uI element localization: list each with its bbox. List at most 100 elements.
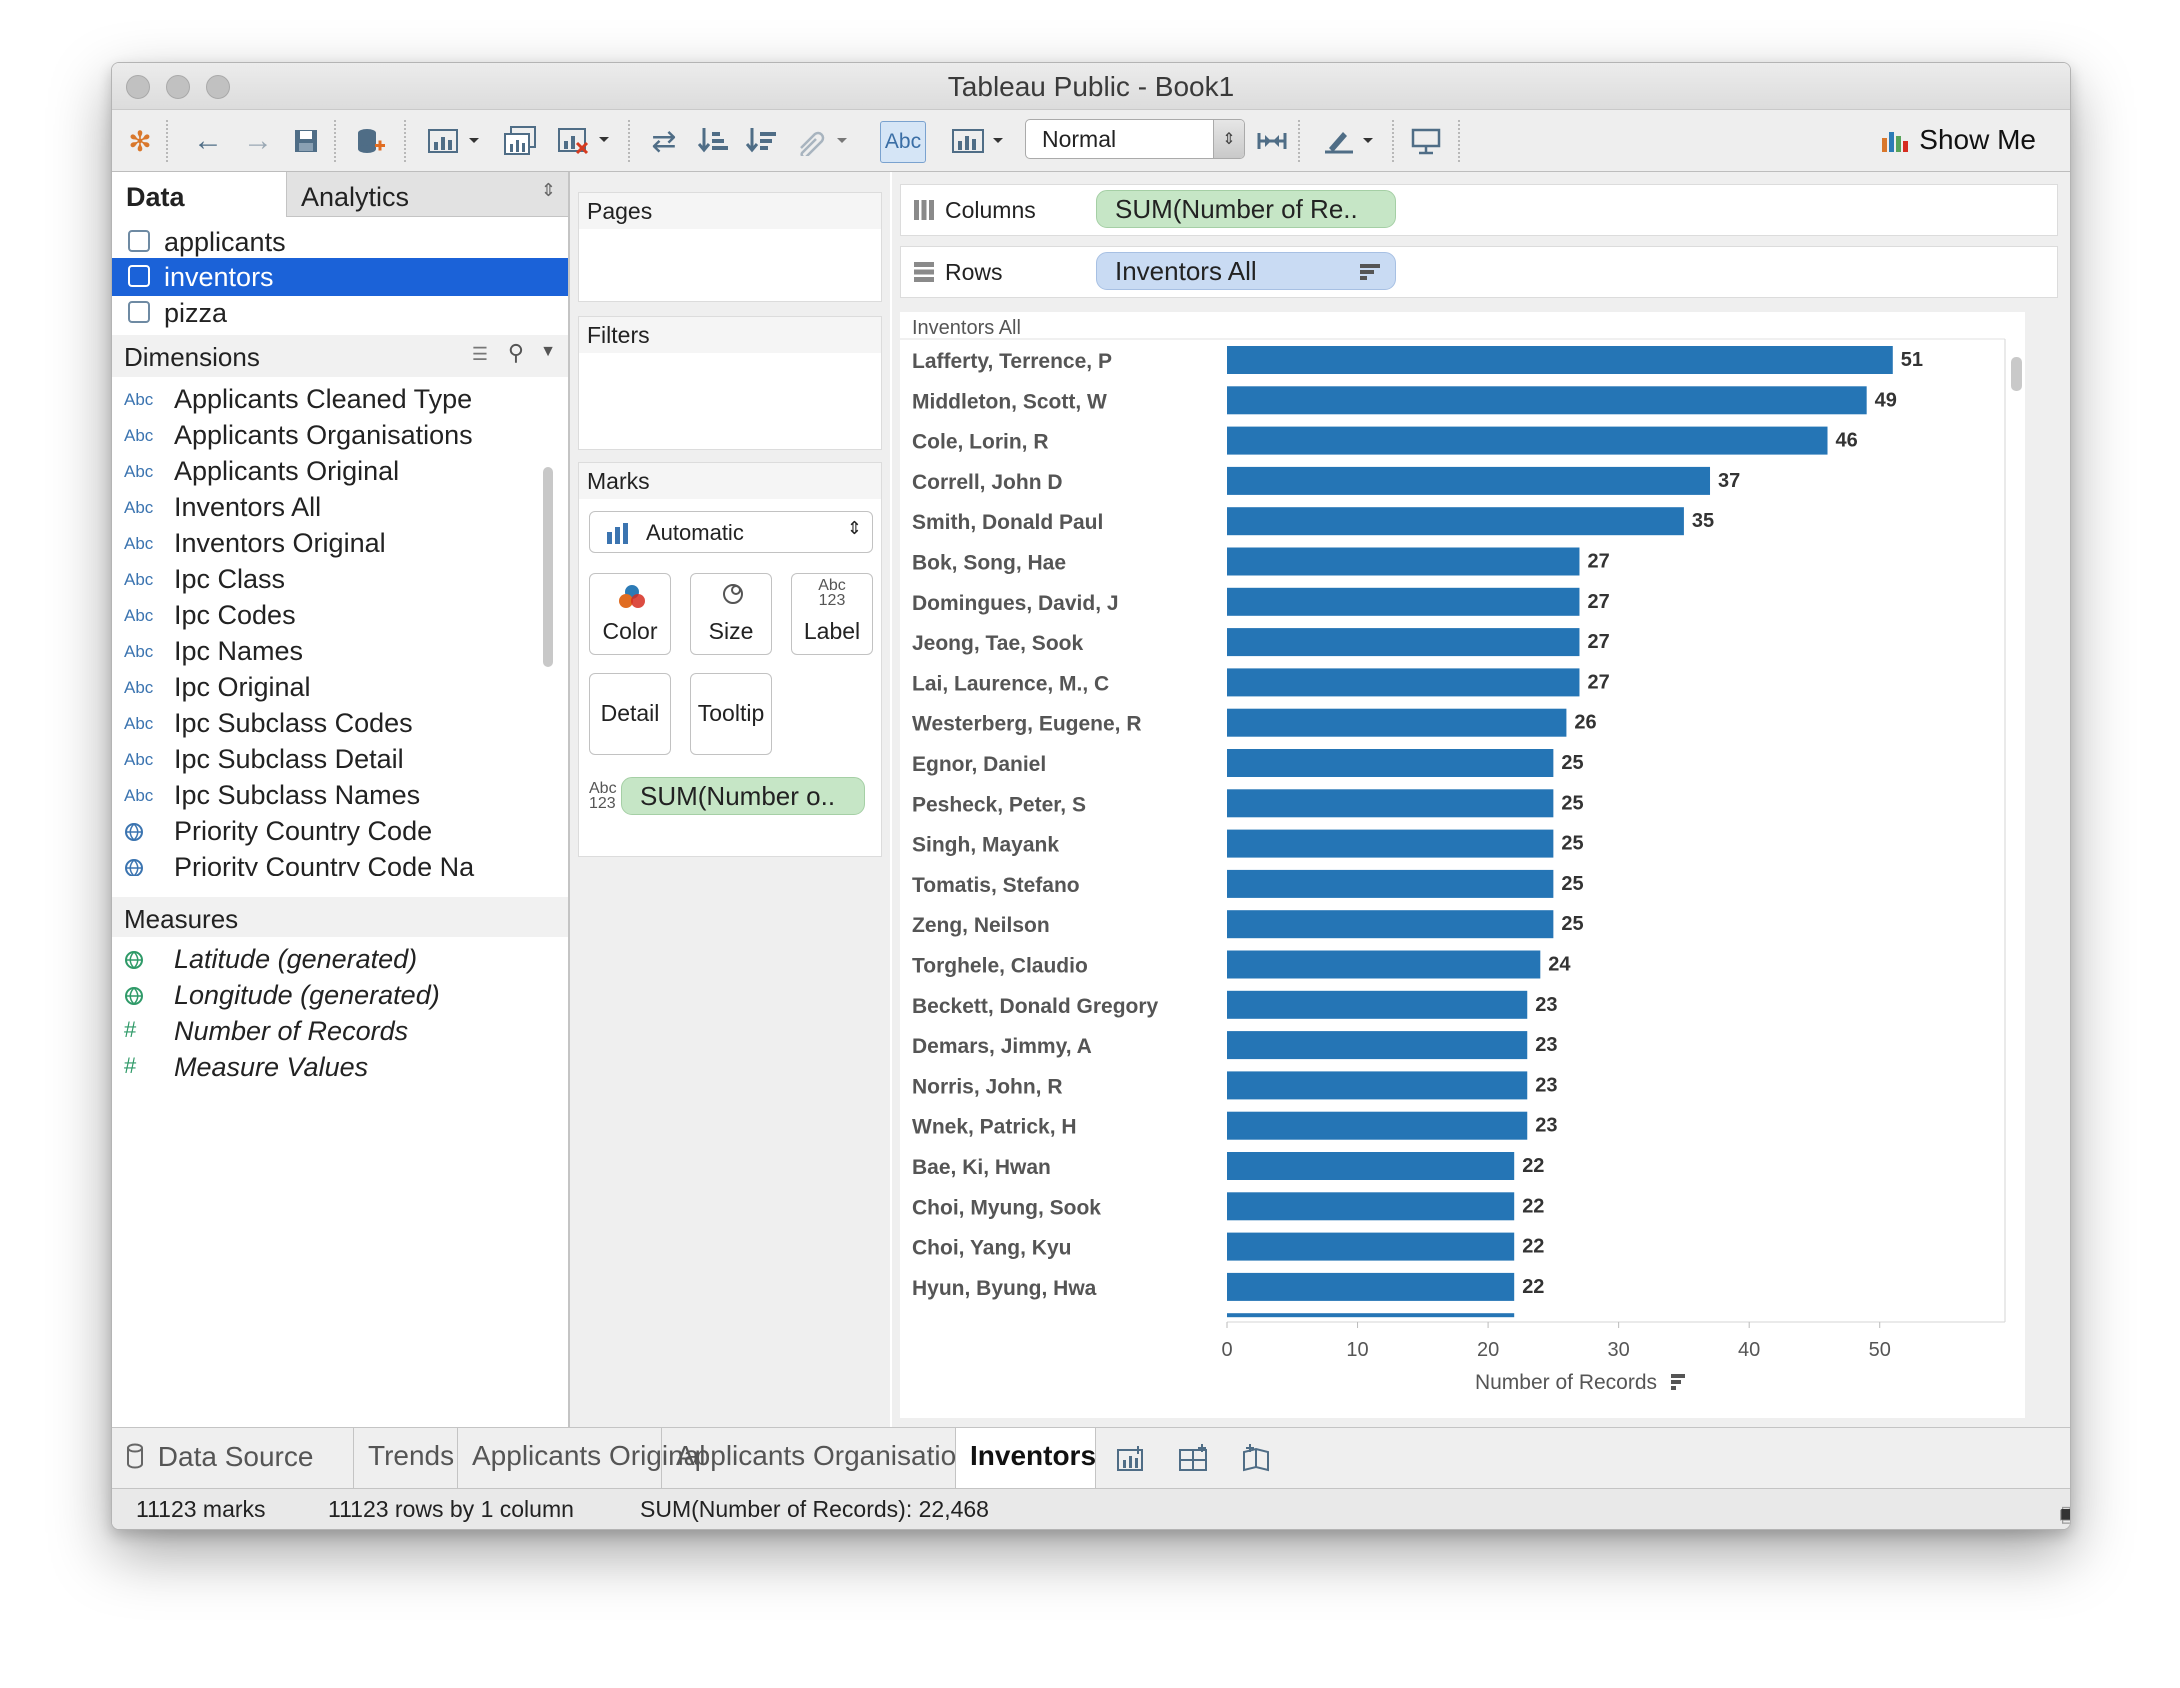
sort-descending-icon[interactable] bbox=[1359, 263, 1381, 281]
columns-shelf[interactable]: Columns SUM(Number of Re.. bbox=[900, 184, 2058, 236]
clear-sheet-icon[interactable] bbox=[554, 123, 614, 159]
mark-type-dropdown[interactable]: Automatic ⇕ bbox=[589, 511, 873, 553]
bar bbox=[1227, 789, 1554, 818]
axis-sort-icon bbox=[1671, 1374, 1685, 1390]
dimension-field[interactable]: Abc Ipc Names bbox=[112, 634, 552, 670]
tab-inventors[interactable]: Inventors bbox=[956, 1428, 1096, 1488]
category-label: Cole, Lorin, R bbox=[912, 431, 1049, 454]
fit-view-icon[interactable] bbox=[948, 123, 1008, 159]
tab-analytics-label: Analytics bbox=[301, 182, 410, 212]
tableau-logo-icon[interactable]: ✻ bbox=[122, 123, 158, 159]
data-source-pizza[interactable]: pizza bbox=[112, 294, 568, 332]
dimension-field[interactable]: Abc Ipc Subclass Names bbox=[112, 778, 552, 814]
highlight-icon[interactable] bbox=[1318, 123, 1378, 159]
filters-shelf[interactable]: Filters bbox=[578, 316, 882, 450]
fit-mode-stepper-icon[interactable]: ⇕ bbox=[1213, 120, 1244, 158]
fit-mode-dropdown[interactable]: Normal ⇕ bbox=[1025, 119, 1245, 159]
category-label: Tomatis, Stefano bbox=[912, 874, 1080, 897]
globe-icon bbox=[124, 950, 144, 976]
rows-shelf[interactable]: Rows Inventors All bbox=[900, 246, 2058, 298]
measure-field[interactable]: # Measure Values bbox=[112, 1050, 552, 1086]
bar-value-label: 27 bbox=[1587, 591, 1609, 613]
duplicate-sheet-icon[interactable] bbox=[502, 123, 538, 159]
data-source-inventors[interactable]: inventors bbox=[112, 258, 568, 296]
dimensions-title: Dimensions bbox=[124, 342, 260, 372]
dimension-field[interactable]: Abc Ipc Original bbox=[112, 670, 552, 706]
number-type-icon: # bbox=[124, 1053, 137, 1078]
group-members-icon[interactable] bbox=[792, 123, 852, 159]
fix-axes-icon[interactable] bbox=[1254, 123, 1290, 159]
dimension-field[interactable]: Abc Applicants Cleaned Type bbox=[112, 382, 552, 418]
marks-title: Marks bbox=[579, 463, 881, 499]
swap-rows-columns-icon[interactable]: ⇄ bbox=[646, 123, 682, 159]
tab-trends[interactable]: Trends bbox=[354, 1428, 458, 1488]
show-mark-labels-toggle[interactable]: Abc bbox=[880, 121, 926, 163]
view-list-icon[interactable]: ☰ bbox=[472, 344, 488, 365]
tab-applicants-organisations[interactable]: Applicants Organisations bbox=[662, 1428, 986, 1488]
pane-menu-icon[interactable]: ⇕ bbox=[541, 180, 556, 201]
dimension-field[interactable]: Abc Ipc Subclass Detail bbox=[112, 742, 552, 778]
presentation-mode-icon[interactable] bbox=[1408, 123, 1444, 159]
chevron-down-icon[interactable]: ▼ bbox=[540, 343, 556, 361]
search-icon[interactable]: ⚲ bbox=[508, 340, 524, 366]
category-label: Correll, John D bbox=[912, 471, 1063, 494]
new-data-source-icon[interactable] bbox=[352, 123, 388, 159]
pages-shelf[interactable]: Pages bbox=[578, 192, 882, 302]
redo-icon[interactable]: → bbox=[240, 123, 276, 159]
string-type-icon: Abc bbox=[124, 642, 154, 661]
dimension-field[interactable]: Abc Ipc Codes bbox=[112, 598, 552, 634]
new-dashboard-tab-icon[interactable] bbox=[1178, 1444, 1210, 1477]
data-pane: Data Analytics ⇕ applicants inventors pi… bbox=[112, 172, 570, 1427]
tab-data-source[interactable]: Data Source bbox=[112, 1428, 354, 1488]
category-label: Domingues, David, J bbox=[912, 592, 1119, 615]
globe-icon bbox=[124, 858, 144, 876]
measure-field[interactable]: # Number of Records bbox=[112, 1014, 552, 1050]
dimension-field[interactable]: Priority Country Code bbox=[112, 814, 552, 850]
dimension-field[interactable]: Abc Ipc Subclass Codes bbox=[112, 706, 552, 742]
show-me-button[interactable]: Show Me bbox=[1881, 124, 2036, 156]
globe-icon bbox=[124, 822, 144, 847]
sort-ascending-icon[interactable] bbox=[696, 123, 732, 159]
label-button[interactable]: Abc 123 Label bbox=[791, 573, 873, 655]
color-button[interactable]: Color bbox=[589, 573, 671, 655]
toolbar-separator bbox=[628, 120, 630, 162]
data-source-applicants[interactable]: applicants bbox=[112, 223, 568, 261]
columns-pill[interactable]: SUM(Number of Re.. bbox=[1096, 190, 1396, 228]
toolbar-separator bbox=[1458, 120, 1460, 162]
tab-data[interactable]: Data bbox=[112, 172, 286, 217]
color-label: Color bbox=[602, 618, 658, 644]
dimension-field[interactable]: Abc Inventors All bbox=[112, 490, 552, 526]
chart-viz: Inventors All Lafferty, Terrence, P 51 Midd… bbox=[900, 312, 2025, 1418]
size-button[interactable]: Size bbox=[690, 573, 772, 655]
save-icon[interactable] bbox=[288, 123, 324, 159]
dimension-field[interactable]: Abc Applicants Organisations bbox=[112, 418, 552, 454]
bar-value-label: 23 bbox=[1535, 1115, 1557, 1137]
sort-descending-icon[interactable] bbox=[744, 123, 780, 159]
rows-pill[interactable]: Inventors All bbox=[1096, 252, 1396, 290]
label-label: Label bbox=[803, 618, 861, 644]
field-name: Latitude (generated) bbox=[174, 944, 418, 974]
dimension-field[interactable]: Priority Country Code Na bbox=[112, 850, 552, 876]
new-worksheet-icon[interactable] bbox=[424, 123, 484, 159]
measure-field[interactable]: Longitude (generated) bbox=[112, 978, 552, 1014]
detail-button[interactable]: Detail bbox=[589, 673, 671, 755]
tooltip-button[interactable]: Tooltip bbox=[690, 673, 772, 755]
tab-applicants-original[interactable]: Applicants Original bbox=[458, 1428, 705, 1488]
sheet-tabs: Data Source Trends Applicants Original A… bbox=[112, 1427, 2070, 1488]
dimension-field[interactable]: Abc Ipc Class bbox=[112, 562, 552, 598]
tabs-view-icon[interactable]: ■ bbox=[2060, 1501, 2070, 1527]
x-axis-title: Number of Records bbox=[1475, 1371, 1657, 1394]
new-story-tab-icon[interactable] bbox=[1242, 1444, 1274, 1477]
columns-icon bbox=[914, 200, 934, 220]
tab-analytics[interactable]: Analytics ⇕ bbox=[286, 172, 568, 217]
new-worksheet-tab-icon[interactable] bbox=[1116, 1444, 1146, 1477]
string-type-icon: Abc bbox=[124, 462, 154, 481]
dimension-field[interactable]: Abc Inventors Original bbox=[112, 526, 552, 562]
string-type-icon: Abc bbox=[124, 714, 154, 733]
dimension-field[interactable]: Abc Applicants Original bbox=[112, 454, 552, 490]
undo-icon[interactable]: ← bbox=[190, 123, 226, 159]
marks-label-pill[interactable]: SUM(Number o.. bbox=[621, 777, 865, 815]
dimensions-scrollbar[interactable] bbox=[543, 467, 553, 667]
measure-field[interactable]: Latitude (generated) bbox=[112, 942, 552, 978]
marks-card: Marks Automatic ⇕ Color Size Abc 123 Labe… bbox=[578, 462, 882, 857]
